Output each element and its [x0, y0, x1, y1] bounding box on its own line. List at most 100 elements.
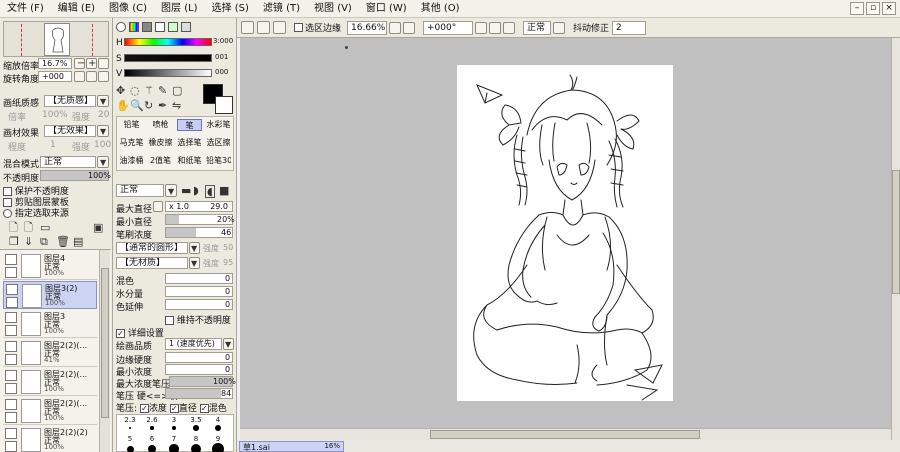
- tool-row3-3[interactable]: 铅笔30: [206, 155, 231, 167]
- drawing-canvas[interactable]: [457, 65, 673, 401]
- canvas-zoom-field[interactable]: 16.66%: [347, 20, 388, 35]
- menu-layer[interactable]: 图层 (L): [154, 0, 205, 18]
- new-folder-icon[interactable]: ▭: [40, 222, 50, 233]
- canvas-vertical-scroll-thumb[interactable]: [892, 170, 900, 294]
- magic-wand-icon[interactable]: ⚚: [144, 85, 154, 96]
- canvas-zoom-out-button[interactable]: [389, 21, 402, 34]
- minimize-button[interactable]: –: [850, 2, 864, 15]
- color-wheel-icon[interactable]: [116, 22, 126, 32]
- detail-settings-checkbox[interactable]: ✓: [116, 329, 125, 338]
- rotate-right-button[interactable]: [86, 71, 97, 82]
- paper-effect-dropdown[interactable]: ▼: [97, 125, 109, 137]
- zoom-icon[interactable]: 🔍: [130, 100, 144, 111]
- rotate-cw-button[interactable]: [489, 21, 502, 34]
- brush-size-preset-dot[interactable]: [193, 425, 199, 431]
- tip-dome-icon[interactable]: ◗: [193, 185, 199, 196]
- value-slider[interactable]: [124, 69, 212, 77]
- rotate-field[interactable]: +000: [38, 71, 72, 82]
- quality-dropdown[interactable]: ▼: [223, 338, 234, 350]
- tool-row2-2[interactable]: 选择笔: [177, 137, 202, 149]
- tool-row1-3[interactable]: 水彩笔: [206, 119, 231, 131]
- menu-filter[interactable]: 滤镜 (T): [256, 0, 307, 18]
- pressure-density-checkbox[interactable]: ✓: [139, 404, 149, 413]
- brush-size-preset-dot[interactable]: [212, 443, 224, 452]
- blend-mode-select[interactable]: 正常: [40, 156, 96, 168]
- layer-row[interactable]: 图层3(2) 正常 100%: [3, 281, 97, 309]
- color-swatch-icon[interactable]: [142, 22, 152, 32]
- brush-size-preset-dot[interactable]: [126, 445, 134, 452]
- menu-view[interactable]: 视图 (V): [307, 0, 359, 18]
- menu-select[interactable]: 选择 (S): [205, 0, 256, 18]
- detail-settings-option[interactable]: ✓ 详细设置: [116, 326, 164, 339]
- layer-lock-icon[interactable]: [5, 412, 17, 423]
- layer-row[interactable]: 图层2(2)(... 正常 100%: [3, 368, 97, 396]
- layer-visibility-icon[interactable]: [5, 399, 17, 410]
- delete-layer-icon[interactable]: 🗑: [56, 236, 70, 247]
- layer-visibility-icon[interactable]: [5, 341, 17, 352]
- document-tab[interactable]: 草1.sai 16%: [239, 441, 344, 452]
- paper-texture-select[interactable]: 【无质感】: [44, 95, 96, 107]
- menu-other[interactable]: 其他 (O): [414, 0, 467, 18]
- layer-row[interactable]: 图层2(2)(... 正常 41%: [3, 339, 97, 367]
- canvas-area[interactable]: [240, 38, 891, 428]
- flip-horizontal-button[interactable]: [503, 21, 516, 34]
- canvas-angle-field[interactable]: +000°: [423, 20, 474, 35]
- paper-effect-select[interactable]: 【无效果】: [44, 125, 96, 137]
- layer-visibility-icon[interactable]: [6, 284, 18, 295]
- tool-row2-0[interactable]: 马克笔: [119, 137, 144, 149]
- rotate-left-button[interactable]: [74, 71, 85, 82]
- zoom-reset-button[interactable]: [98, 58, 109, 69]
- stabilizer-field[interactable]: 2: [612, 20, 647, 35]
- layer-visibility-icon[interactable]: [5, 254, 17, 265]
- water-slider[interactable]: [165, 286, 233, 297]
- keep-opacity-checkbox[interactable]: [165, 316, 174, 325]
- tool-row2-1[interactable]: 橡皮擦: [148, 137, 173, 149]
- saturation-slider[interactable]: [124, 54, 212, 62]
- canvas-vertical-scrollbar[interactable]: [891, 38, 900, 440]
- brush-size-preset-dot[interactable]: [169, 444, 179, 452]
- copy-layer-icon[interactable]: ❐: [9, 236, 19, 247]
- pressure-size-checkbox[interactable]: ✓: [169, 404, 179, 413]
- brush-size-preset-dot[interactable]: [171, 425, 177, 431]
- lasso-icon[interactable]: ◌: [130, 85, 140, 96]
- merge-selected-icon[interactable]: ⧉: [40, 236, 48, 247]
- color-scratchpad-icon[interactable]: [181, 22, 191, 32]
- min-density-slider[interactable]: [165, 364, 233, 375]
- hand-icon[interactable]: ✋: [116, 100, 130, 111]
- layer-lock-icon[interactable]: [5, 354, 17, 365]
- color-palette-icon[interactable]: [155, 22, 165, 32]
- flip-icon[interactable]: ⇋: [172, 100, 181, 111]
- pressure-blend-checkbox[interactable]: ✓: [199, 404, 209, 413]
- blend-mode-dropdown[interactable]: ▼: [97, 156, 109, 168]
- tip-square-icon[interactable]: ■: [219, 185, 229, 196]
- navigator[interactable]: [3, 21, 109, 57]
- brush-size-preset-dot[interactable]: [129, 427, 131, 429]
- layer-lock-icon[interactable]: [5, 441, 17, 452]
- brush-size-preset-dot[interactable]: [214, 424, 222, 432]
- eyedropper-icon[interactable]: ✎: [158, 85, 167, 96]
- layer-lock-icon[interactable]: [5, 383, 17, 394]
- color-slider-icon[interactable]: [129, 22, 139, 32]
- clear-layer-icon[interactable]: ▤: [73, 236, 83, 247]
- selection-source-option[interactable]: 指定选取来源: [3, 206, 69, 219]
- rotate-ccw-button[interactable]: [475, 21, 488, 34]
- menu-window[interactable]: 窗口 (W): [359, 0, 414, 18]
- layer-mask-icon[interactable]: ▣: [93, 222, 103, 233]
- canvas-horizontal-scroll-thumb[interactable]: [430, 430, 700, 439]
- color-persist-slider[interactable]: [165, 299, 233, 310]
- edge-hardness-slider[interactable]: [165, 352, 233, 363]
- merge-down-icon[interactable]: ⇓: [24, 236, 33, 247]
- brush-blend-select[interactable]: 正常: [116, 184, 164, 197]
- zoom-out-button[interactable]: −: [74, 58, 85, 69]
- canvas-zoom-in-button[interactable]: [403, 21, 416, 34]
- close-button[interactable]: ×: [882, 2, 896, 15]
- layer-lock-icon[interactable]: [5, 267, 17, 278]
- tool-row3-1[interactable]: 2值笔: [148, 155, 173, 167]
- select-all-icon[interactable]: [241, 21, 254, 34]
- brush-blend-dropdown[interactable]: ▼: [165, 184, 177, 197]
- brush-shape-dropdown[interactable]: ▼: [189, 242, 200, 254]
- menu-image[interactable]: 图像 (C): [102, 0, 154, 18]
- zoom-field[interactable]: 16.7%: [38, 58, 72, 69]
- brush-size-preset-dot[interactable]: [147, 444, 157, 452]
- size-link-button[interactable]: [153, 201, 163, 212]
